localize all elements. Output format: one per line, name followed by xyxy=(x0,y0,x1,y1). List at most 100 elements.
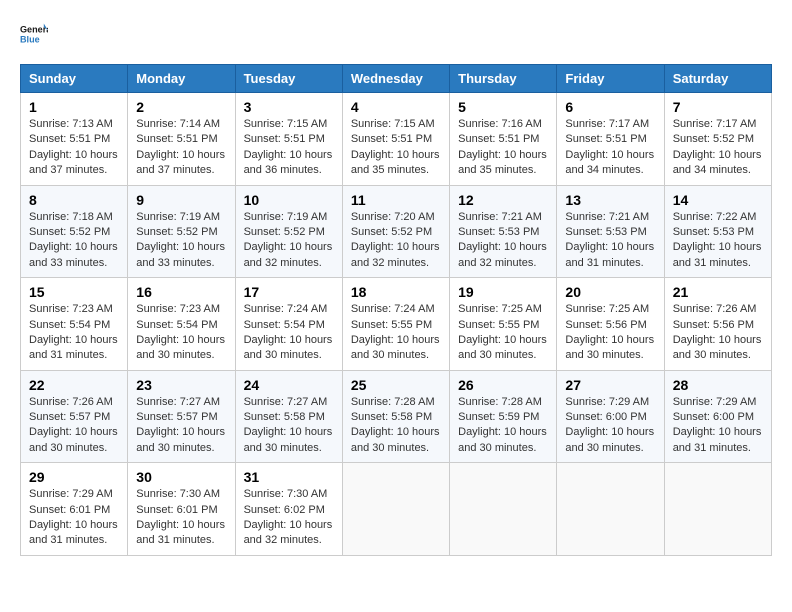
day-info: Sunrise: 7:24 AM Sunset: 5:55 PM Dayligh… xyxy=(351,302,441,364)
day-number: 27 xyxy=(565,377,655,393)
calendar-cell: 27 Sunrise: 7:29 AM Sunset: 6:00 PM Dayl… xyxy=(557,370,664,463)
day-number: 21 xyxy=(673,284,763,300)
day-info: Sunrise: 7:23 AM Sunset: 5:54 PM Dayligh… xyxy=(136,302,226,364)
calendar-cell: 16 Sunrise: 7:23 AM Sunset: 5:54 PM Dayl… xyxy=(128,278,235,371)
day-info: Sunrise: 7:17 AM Sunset: 5:52 PM Dayligh… xyxy=(673,117,763,179)
calendar-cell: 31 Sunrise: 7:30 AM Sunset: 6:02 PM Dayl… xyxy=(235,463,342,556)
day-info: Sunrise: 7:21 AM Sunset: 5:53 PM Dayligh… xyxy=(565,210,655,272)
weekday-header-friday: Friday xyxy=(557,65,664,93)
calendar-cell: 5 Sunrise: 7:16 AM Sunset: 5:51 PM Dayli… xyxy=(450,93,557,186)
day-info: Sunrise: 7:30 AM Sunset: 6:02 PM Dayligh… xyxy=(244,487,334,549)
calendar-cell: 20 Sunrise: 7:25 AM Sunset: 5:56 PM Dayl… xyxy=(557,278,664,371)
day-number: 25 xyxy=(351,377,441,393)
calendar-cell xyxy=(664,463,771,556)
day-number: 26 xyxy=(458,377,548,393)
day-info: Sunrise: 7:26 AM Sunset: 5:56 PM Dayligh… xyxy=(673,302,763,364)
day-info: Sunrise: 7:25 AM Sunset: 5:56 PM Dayligh… xyxy=(565,302,655,364)
calendar-week-row-2: 8 Sunrise: 7:18 AM Sunset: 5:52 PM Dayli… xyxy=(21,185,772,278)
calendar-cell xyxy=(557,463,664,556)
day-number: 13 xyxy=(565,192,655,208)
day-number: 20 xyxy=(565,284,655,300)
calendar-cell: 13 Sunrise: 7:21 AM Sunset: 5:53 PM Dayl… xyxy=(557,185,664,278)
calendar-cell xyxy=(450,463,557,556)
calendar-cell: 2 Sunrise: 7:14 AM Sunset: 5:51 PM Dayli… xyxy=(128,93,235,186)
day-info: Sunrise: 7:13 AM Sunset: 5:51 PM Dayligh… xyxy=(29,117,119,179)
calendar-cell: 17 Sunrise: 7:24 AM Sunset: 5:54 PM Dayl… xyxy=(235,278,342,371)
calendar-cell: 10 Sunrise: 7:19 AM Sunset: 5:52 PM Dayl… xyxy=(235,185,342,278)
page-header: General Blue xyxy=(20,20,772,48)
calendar-cell: 18 Sunrise: 7:24 AM Sunset: 5:55 PM Dayl… xyxy=(342,278,449,371)
weekday-header-saturday: Saturday xyxy=(664,65,771,93)
day-info: Sunrise: 7:23 AM Sunset: 5:54 PM Dayligh… xyxy=(29,302,119,364)
day-info: Sunrise: 7:19 AM Sunset: 5:52 PM Dayligh… xyxy=(244,210,334,272)
day-info: Sunrise: 7:27 AM Sunset: 5:57 PM Dayligh… xyxy=(136,395,226,457)
day-number: 24 xyxy=(244,377,334,393)
day-number: 11 xyxy=(351,192,441,208)
day-number: 19 xyxy=(458,284,548,300)
day-info: Sunrise: 7:16 AM Sunset: 5:51 PM Dayligh… xyxy=(458,117,548,179)
day-info: Sunrise: 7:18 AM Sunset: 5:52 PM Dayligh… xyxy=(29,210,119,272)
day-number: 4 xyxy=(351,99,441,115)
day-info: Sunrise: 7:30 AM Sunset: 6:01 PM Dayligh… xyxy=(136,487,226,549)
day-number: 17 xyxy=(244,284,334,300)
weekday-header-sunday: Sunday xyxy=(21,65,128,93)
day-number: 23 xyxy=(136,377,226,393)
logo-icon: General Blue xyxy=(20,20,48,48)
calendar-cell: 21 Sunrise: 7:26 AM Sunset: 5:56 PM Dayl… xyxy=(664,278,771,371)
calendar-cell: 28 Sunrise: 7:29 AM Sunset: 6:00 PM Dayl… xyxy=(664,370,771,463)
day-info: Sunrise: 7:29 AM Sunset: 6:01 PM Dayligh… xyxy=(29,487,119,549)
day-info: Sunrise: 7:29 AM Sunset: 6:00 PM Dayligh… xyxy=(673,395,763,457)
day-number: 3 xyxy=(244,99,334,115)
calendar-cell: 3 Sunrise: 7:15 AM Sunset: 5:51 PM Dayli… xyxy=(235,93,342,186)
day-info: Sunrise: 7:27 AM Sunset: 5:58 PM Dayligh… xyxy=(244,395,334,457)
day-number: 28 xyxy=(673,377,763,393)
day-number: 14 xyxy=(673,192,763,208)
day-info: Sunrise: 7:24 AM Sunset: 5:54 PM Dayligh… xyxy=(244,302,334,364)
day-number: 10 xyxy=(244,192,334,208)
day-info: Sunrise: 7:28 AM Sunset: 5:58 PM Dayligh… xyxy=(351,395,441,457)
logo: General Blue xyxy=(20,20,52,48)
calendar-cell: 30 Sunrise: 7:30 AM Sunset: 6:01 PM Dayl… xyxy=(128,463,235,556)
calendar-cell: 4 Sunrise: 7:15 AM Sunset: 5:51 PM Dayli… xyxy=(342,93,449,186)
weekday-header-row: SundayMondayTuesdayWednesdayThursdayFrid… xyxy=(21,65,772,93)
calendar-cell: 26 Sunrise: 7:28 AM Sunset: 5:59 PM Dayl… xyxy=(450,370,557,463)
day-number: 15 xyxy=(29,284,119,300)
day-number: 29 xyxy=(29,469,119,485)
calendar-week-row-3: 15 Sunrise: 7:23 AM Sunset: 5:54 PM Dayl… xyxy=(21,278,772,371)
day-info: Sunrise: 7:19 AM Sunset: 5:52 PM Dayligh… xyxy=(136,210,226,272)
day-number: 22 xyxy=(29,377,119,393)
calendar-cell: 6 Sunrise: 7:17 AM Sunset: 5:51 PM Dayli… xyxy=(557,93,664,186)
calendar-cell: 7 Sunrise: 7:17 AM Sunset: 5:52 PM Dayli… xyxy=(664,93,771,186)
calendar-cell: 11 Sunrise: 7:20 AM Sunset: 5:52 PM Dayl… xyxy=(342,185,449,278)
day-number: 7 xyxy=(673,99,763,115)
calendar-cell: 29 Sunrise: 7:29 AM Sunset: 6:01 PM Dayl… xyxy=(21,463,128,556)
calendar-cell: 22 Sunrise: 7:26 AM Sunset: 5:57 PM Dayl… xyxy=(21,370,128,463)
svg-text:Blue: Blue xyxy=(20,34,40,44)
day-number: 2 xyxy=(136,99,226,115)
calendar-cell: 25 Sunrise: 7:28 AM Sunset: 5:58 PM Dayl… xyxy=(342,370,449,463)
calendar-cell: 14 Sunrise: 7:22 AM Sunset: 5:53 PM Dayl… xyxy=(664,185,771,278)
calendar-cell: 15 Sunrise: 7:23 AM Sunset: 5:54 PM Dayl… xyxy=(21,278,128,371)
calendar-cell: 1 Sunrise: 7:13 AM Sunset: 5:51 PM Dayli… xyxy=(21,93,128,186)
day-number: 5 xyxy=(458,99,548,115)
calendar-week-row-1: 1 Sunrise: 7:13 AM Sunset: 5:51 PM Dayli… xyxy=(21,93,772,186)
day-info: Sunrise: 7:22 AM Sunset: 5:53 PM Dayligh… xyxy=(673,210,763,272)
calendar-week-row-5: 29 Sunrise: 7:29 AM Sunset: 6:01 PM Dayl… xyxy=(21,463,772,556)
calendar-week-row-4: 22 Sunrise: 7:26 AM Sunset: 5:57 PM Dayl… xyxy=(21,370,772,463)
day-number: 9 xyxy=(136,192,226,208)
calendar-cell: 19 Sunrise: 7:25 AM Sunset: 5:55 PM Dayl… xyxy=(450,278,557,371)
calendar-cell: 8 Sunrise: 7:18 AM Sunset: 5:52 PM Dayli… xyxy=(21,185,128,278)
calendar-cell: 24 Sunrise: 7:27 AM Sunset: 5:58 PM Dayl… xyxy=(235,370,342,463)
day-number: 30 xyxy=(136,469,226,485)
day-number: 1 xyxy=(29,99,119,115)
day-info: Sunrise: 7:28 AM Sunset: 5:59 PM Dayligh… xyxy=(458,395,548,457)
weekday-header-tuesday: Tuesday xyxy=(235,65,342,93)
calendar-table: SundayMondayTuesdayWednesdayThursdayFrid… xyxy=(20,64,772,556)
day-info: Sunrise: 7:15 AM Sunset: 5:51 PM Dayligh… xyxy=(351,117,441,179)
day-info: Sunrise: 7:14 AM Sunset: 5:51 PM Dayligh… xyxy=(136,117,226,179)
day-info: Sunrise: 7:20 AM Sunset: 5:52 PM Dayligh… xyxy=(351,210,441,272)
day-info: Sunrise: 7:17 AM Sunset: 5:51 PM Dayligh… xyxy=(565,117,655,179)
day-info: Sunrise: 7:21 AM Sunset: 5:53 PM Dayligh… xyxy=(458,210,548,272)
day-info: Sunrise: 7:15 AM Sunset: 5:51 PM Dayligh… xyxy=(244,117,334,179)
day-number: 12 xyxy=(458,192,548,208)
